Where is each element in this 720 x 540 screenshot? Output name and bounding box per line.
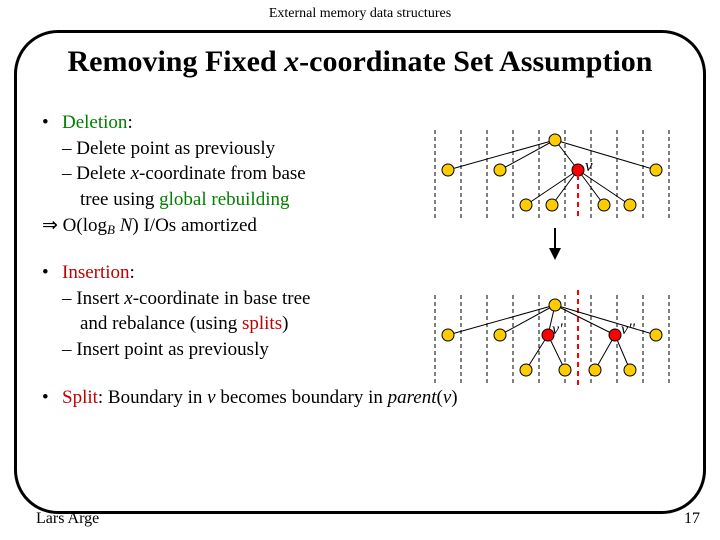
slide-title: Removing Fixed x-coordinate Set Assumpti… <box>0 45 720 79</box>
implies: ⇒ O(log <box>42 215 107 236</box>
deletion-bullet: • Deletion: <box>42 110 422 136</box>
t: Split <box>62 387 98 408</box>
t: becomes boundary in <box>216 387 388 408</box>
insertion-bullet: • Insertion: <box>42 260 422 286</box>
label-vprime: v' <box>552 321 563 339</box>
bullet-icon: • <box>42 260 62 286</box>
title-part-a: Removing Fixed <box>67 45 284 78</box>
colon: : <box>127 112 132 133</box>
content-block: • Deletion: – Delete point as previously… <box>42 110 422 410</box>
insertion-line1: – Insert x-coordinate in base tree <box>62 286 422 312</box>
bullet-icon: • <box>42 110 62 136</box>
t: v <box>207 387 215 408</box>
t: – Insert <box>62 288 124 309</box>
sub-b: B <box>107 222 115 237</box>
insertion-line3: – Insert point as previously <box>62 337 422 363</box>
t: – Delete <box>62 163 131 184</box>
insertion-label: Insertion <box>62 262 130 283</box>
insertion-line2: and rebalance (using splits) <box>42 311 422 337</box>
insertion-head: Insertion: <box>62 260 135 286</box>
t: x <box>131 163 139 184</box>
t: x <box>124 288 132 309</box>
label-vprime2: v'' <box>621 321 635 339</box>
tree-before-svg <box>415 120 695 260</box>
t: -coordinate in base tree <box>133 288 311 309</box>
t: -coordinate from base <box>139 163 306 184</box>
bullet-icon: • <box>42 385 62 411</box>
t: tree using <box>80 189 159 210</box>
deletion-result: ⇒ O(logB N) I/Os amortized <box>42 213 422 239</box>
t: splits <box>242 313 282 334</box>
split-text: Split: Boundary in v becomes boundary in… <box>62 385 458 411</box>
header-text: External memory data structures <box>0 0 720 22</box>
tree-after-svg <box>415 285 695 395</box>
deletion-line1: – Delete point as previously <box>62 136 422 162</box>
t: global rebuilding <box>159 189 289 210</box>
deletion-head: Deletion: <box>62 110 133 136</box>
deletion-label: Deletion <box>62 112 127 133</box>
footer-page: 17 <box>684 510 700 528</box>
colon: : <box>130 262 135 283</box>
figure-top: v <box>415 120 695 260</box>
t: I/Os amortized <box>143 215 256 236</box>
label-v: v <box>585 156 593 176</box>
deletion-line3: tree using global rebuilding <box>42 187 422 213</box>
t: ) <box>282 313 288 334</box>
title-part-b: x <box>284 45 299 78</box>
logn: N) <box>115 215 144 236</box>
t: and rebalance (using <box>80 313 242 334</box>
deletion-line2: – Delete x-coordinate from base <box>62 161 422 187</box>
title-part-c: -coordinate Set Assumption <box>299 45 652 78</box>
footer-author: Lars Arge <box>36 510 99 528</box>
t: : Boundary in <box>98 387 207 408</box>
figure-bottom: v' v'' <box>415 285 695 395</box>
